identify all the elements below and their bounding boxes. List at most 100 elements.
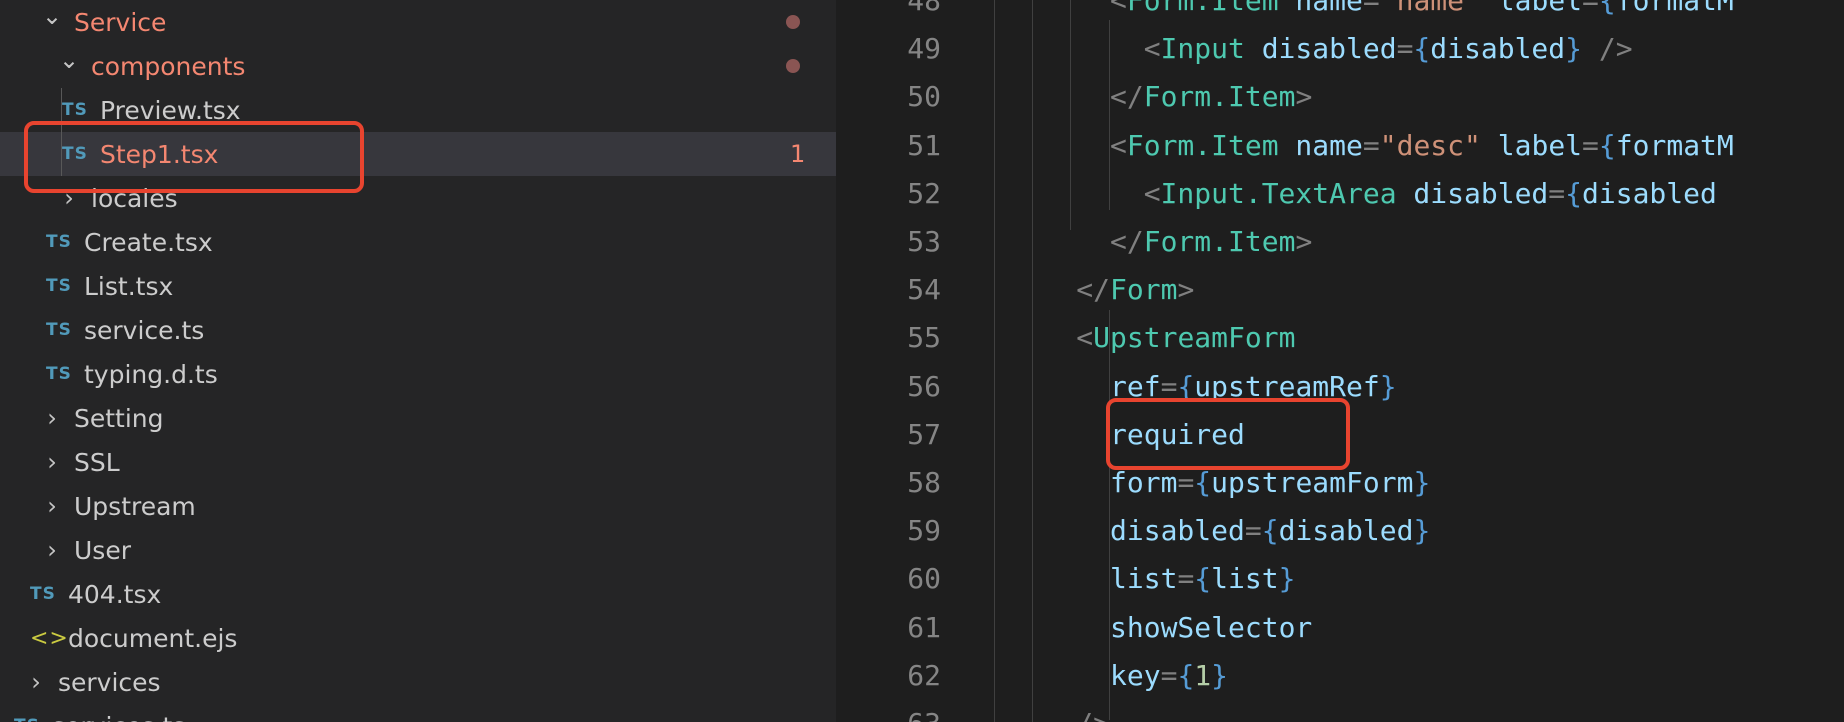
code-line[interactable]: list={list} bbox=[1110, 562, 1295, 595]
code-token: disabled bbox=[1582, 176, 1717, 210]
code-token: < bbox=[1076, 321, 1094, 355]
tree-item-service[interactable]: ⌄ Service bbox=[0, 0, 836, 44]
code-line[interactable]: form={upstreamForm} bbox=[1110, 466, 1430, 499]
chevron-right-icon[interactable]: › bbox=[38, 536, 66, 564]
code-line[interactable]: showSelector bbox=[1110, 611, 1312, 644]
code-token: = bbox=[1548, 176, 1566, 210]
code-line[interactable]: <Input.TextArea disabled={disabled bbox=[1144, 177, 1717, 210]
code-token: /> bbox=[1582, 32, 1633, 66]
tree-item-label: List.tsx bbox=[84, 271, 174, 301]
tree-item-services-ts[interactable]: TS services.ts bbox=[0, 704, 836, 722]
line-number: 57 bbox=[907, 417, 941, 451]
chevron-right-icon[interactable]: › bbox=[38, 448, 66, 476]
code-line[interactable]: /> bbox=[1076, 707, 1110, 722]
line-number: 53 bbox=[907, 225, 941, 258]
code-token: name bbox=[1278, 0, 1363, 17]
code-token: } bbox=[1379, 369, 1397, 403]
code-token: Input.TextArea bbox=[1160, 176, 1397, 210]
line-number: 52 bbox=[907, 176, 941, 210]
code-token: showSelector bbox=[1110, 610, 1313, 644]
tree-item-create-tsx[interactable]: TS Create.tsx bbox=[0, 220, 836, 264]
line-number: 56 bbox=[907, 369, 941, 403]
code-token: disabled bbox=[1278, 514, 1414, 548]
tree-item-service-ts[interactable]: TS service.ts bbox=[0, 308, 836, 352]
chevron-right-icon[interactable]: › bbox=[22, 668, 50, 696]
line-number: 63 bbox=[836, 707, 941, 722]
code-token: formatM bbox=[1615, 128, 1734, 162]
typescript-file-icon: TS bbox=[46, 364, 72, 384]
code-token: "desc" bbox=[1379, 128, 1481, 162]
code-token: } bbox=[1211, 658, 1229, 692]
chevron-down-icon[interactable]: ⌄ bbox=[55, 46, 83, 74]
code-token: = bbox=[1177, 562, 1195, 596]
tree-item-label: components bbox=[91, 51, 246, 81]
line-number: 49 bbox=[907, 32, 941, 66]
tree-item-404-tsx[interactable]: TS 404.tsx bbox=[0, 572, 836, 616]
code-token: /> bbox=[1076, 707, 1110, 722]
tree-item-document-ejs[interactable]: <> document.ejs bbox=[0, 616, 836, 660]
tree-item-typing-d-ts[interactable]: TS typing.d.ts bbox=[0, 352, 836, 396]
code-token: key bbox=[1110, 658, 1161, 692]
code-token: } bbox=[1278, 562, 1296, 596]
code-line[interactable]: <UpstreamForm bbox=[1076, 321, 1295, 354]
code-token: = bbox=[1582, 128, 1599, 162]
code-token: { bbox=[1194, 466, 1212, 499]
code-token: label bbox=[1480, 128, 1583, 162]
tree-item-label: typing.d.ts bbox=[84, 359, 218, 389]
chevron-down-icon[interactable]: ⌄ bbox=[38, 2, 66, 30]
code-token: > bbox=[1295, 225, 1313, 258]
code-token: Input bbox=[1160, 32, 1245, 66]
tree-item-services[interactable]: › services bbox=[0, 660, 836, 704]
code-token: = bbox=[1177, 466, 1195, 499]
code-editor[interactable]: 48 <Form.Item name="name" label={formatM 4… bbox=[836, 0, 1844, 722]
code-line[interactable]: disabled={disabled} bbox=[1110, 514, 1430, 547]
tree-item-components[interactable]: ⌄ components bbox=[0, 44, 836, 88]
tree-item-label: Setting bbox=[74, 403, 164, 433]
chevron-right-icon[interactable]: › bbox=[38, 404, 66, 432]
code-line[interactable]: </Form.Item> bbox=[1110, 225, 1312, 258]
chevron-right-icon[interactable]: › bbox=[38, 492, 66, 520]
line-number: 61 bbox=[907, 610, 941, 644]
tree-item-user[interactable]: › User bbox=[0, 528, 836, 572]
tree-item-list-tsx[interactable]: TS List.tsx bbox=[0, 264, 836, 308]
file-explorer: ⌄ Service ⌄ components TS Preview.tsx TS Step1.… bbox=[0, 0, 836, 722]
tree-item-label: 404.tsx bbox=[68, 579, 162, 609]
typescript-file-icon: TS bbox=[14, 716, 44, 722]
code-line[interactable]: key={1} bbox=[1110, 659, 1228, 692]
highlight-box-step1 bbox=[24, 121, 364, 193]
code-token: disabled bbox=[1110, 514, 1245, 548]
code-line[interactable]: </Form> bbox=[1076, 273, 1194, 306]
line-number: 54 bbox=[907, 273, 941, 307]
indent-guide bbox=[1070, 0, 1071, 230]
code-token: </ bbox=[1110, 80, 1144, 114]
code-token: upstreamForm bbox=[1211, 466, 1414, 499]
code-token: } bbox=[1413, 466, 1431, 499]
code-token: form bbox=[1110, 466, 1178, 499]
code-token: < bbox=[1110, 128, 1127, 162]
tree-item-ssl[interactable]: › SSL bbox=[0, 440, 836, 484]
code-token: </ bbox=[1110, 225, 1144, 258]
tree-item-label: User bbox=[74, 535, 131, 565]
code-line[interactable]: <Form.Item name="name" label={formatM bbox=[1110, 0, 1734, 17]
code-line[interactable]: <Form.Item name="desc" label={formatM bbox=[1110, 129, 1734, 162]
code-token: Form.Item bbox=[1126, 128, 1279, 162]
code-token: label bbox=[1480, 0, 1583, 17]
code-token: list bbox=[1211, 562, 1279, 596]
line-number: 55 bbox=[907, 321, 941, 355]
code-line[interactable]: </Form.Item> bbox=[1110, 80, 1312, 113]
code-token: UpstreamForm bbox=[1093, 321, 1296, 355]
code-token: > bbox=[1295, 80, 1313, 114]
tree-item-setting[interactable]: › Setting bbox=[0, 396, 836, 440]
code-token: = bbox=[1582, 0, 1599, 17]
code-token: list bbox=[1110, 562, 1178, 596]
tree-item-upstream[interactable]: › Upstream bbox=[0, 484, 836, 528]
code-token: </ bbox=[1076, 273, 1111, 307]
code-token: Form bbox=[1110, 273, 1178, 307]
tree-item-label: services.ts bbox=[52, 712, 185, 722]
code-token: < bbox=[1143, 32, 1161, 66]
code-line[interactable]: <Input disabled={disabled} /> bbox=[1144, 32, 1633, 65]
code-token: { bbox=[1565, 176, 1582, 210]
code-token: { bbox=[1598, 128, 1616, 162]
code-token: disabled bbox=[1244, 32, 1397, 66]
code-token: Form.Item bbox=[1126, 0, 1279, 17]
